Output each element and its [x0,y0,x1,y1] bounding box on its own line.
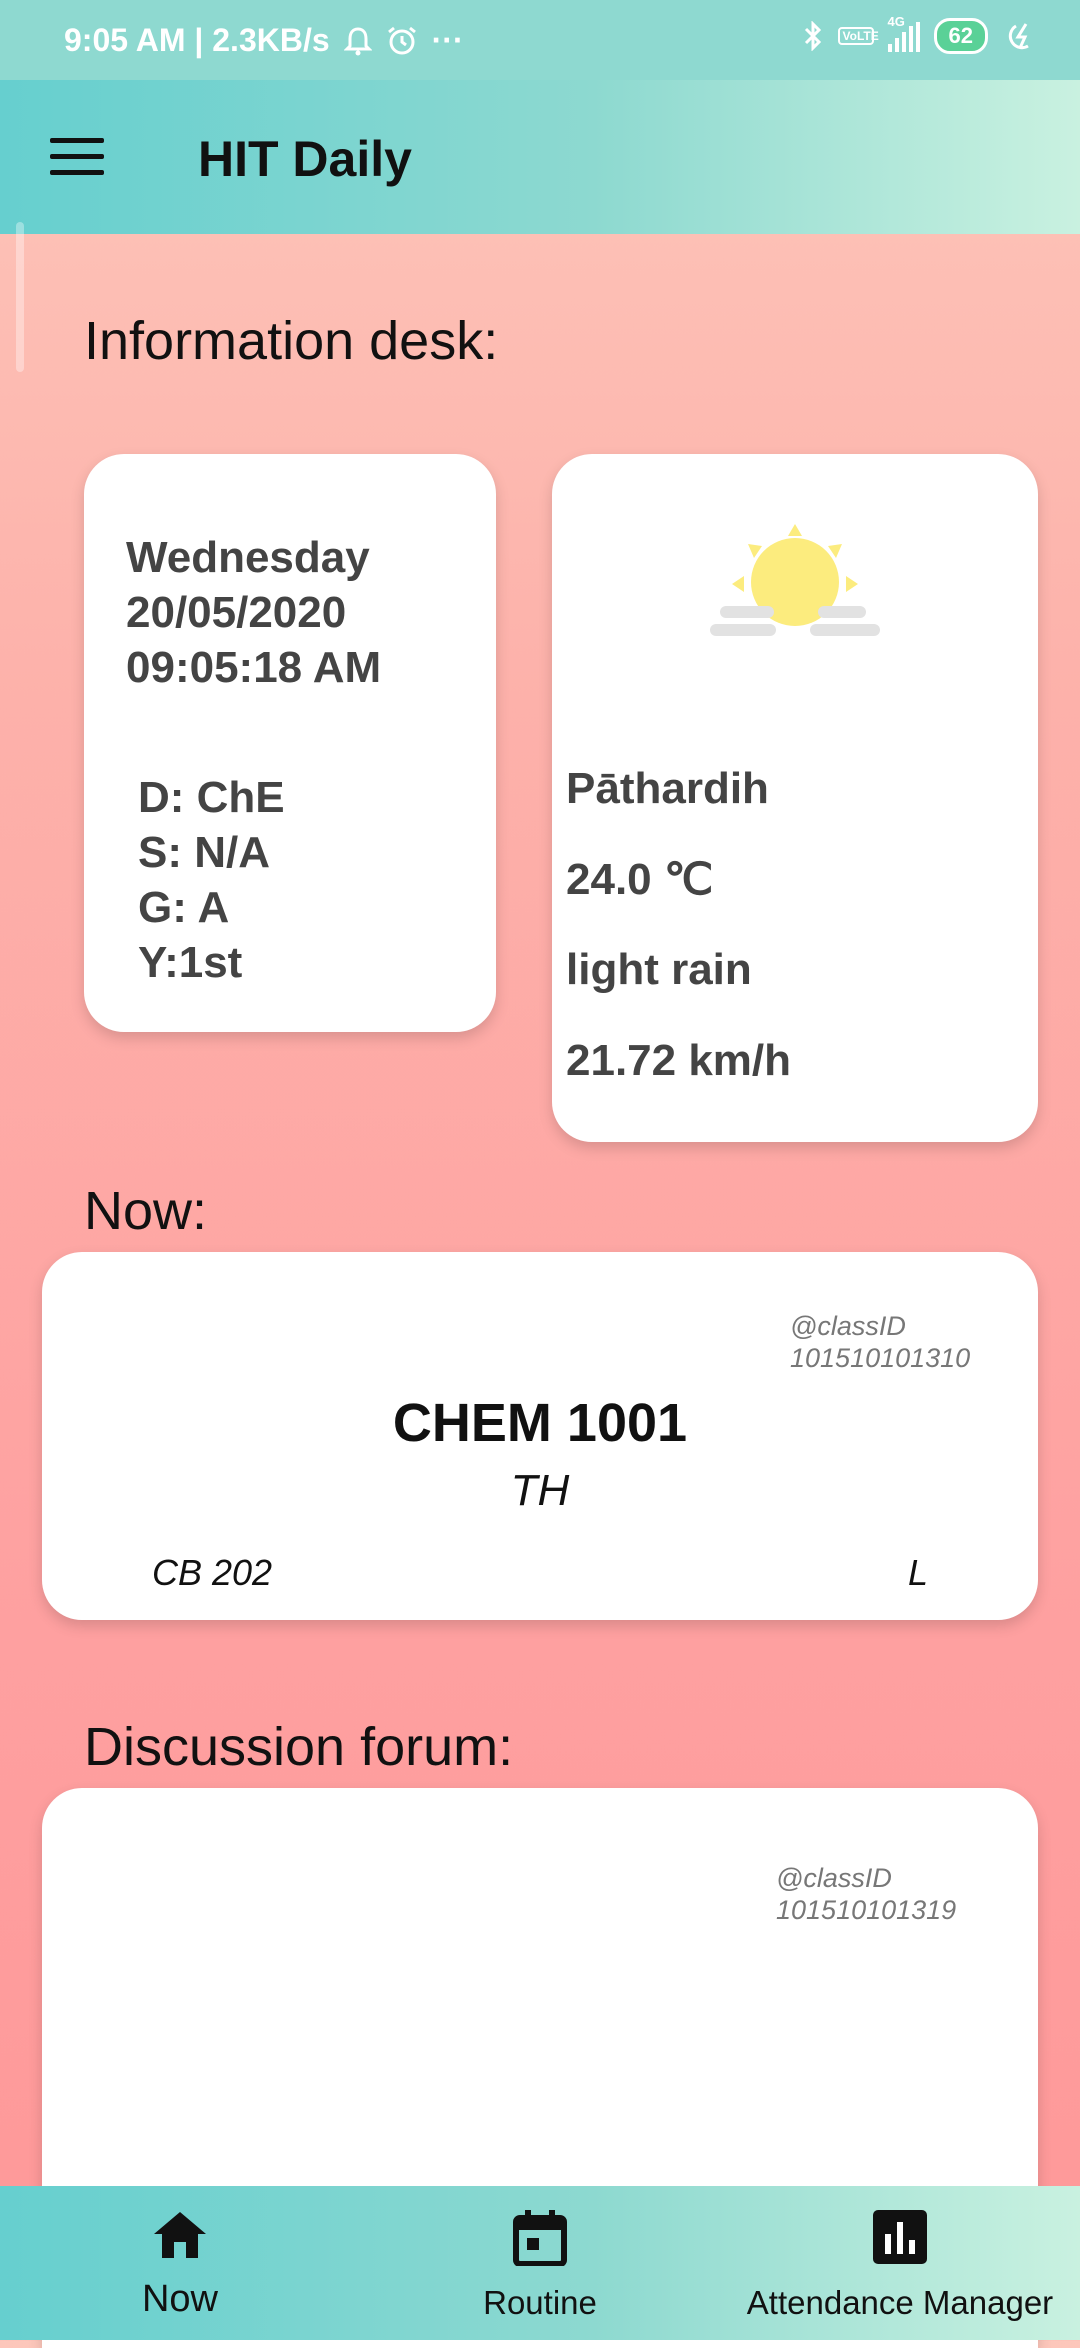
weather-temperature: 24.0 ℃ [566,855,714,904]
nav-label-routine: Routine [483,2284,597,2321]
info-date: 20/05/2020 [126,588,347,637]
info-card: Wednesday 20/05/2020 09:05:18 AM D: ChE … [84,454,496,1032]
menu-icon[interactable] [50,138,104,176]
now-heading: Now: [84,1181,208,1241]
nav-item-attendance[interactable]: Attendance Manager [740,2186,1060,2340]
nav-label-attendance: Attendance Manager [746,2284,1054,2321]
app-bar: HIT Daily [0,80,1080,234]
status-bar: 9:05 AM | 2.3KB/s ··· VoLTE 4G 62 [0,0,1080,80]
forum-class-id-label: @classID [776,1863,892,1893]
weather-card: Pāthardih 24.0 ℃ light rain 21.72 km/h [552,454,1038,1142]
status-right: VoLTE 4G 62 [802,14,1042,54]
info-department: D: ChE [138,773,285,822]
network-type-label: 4G [887,14,905,29]
forum-class-id: @classID 101510101319 [776,1862,956,1926]
info-time: 09:05:18 AM [126,643,382,692]
volte-label: VoLTE [842,29,879,43]
info-year: Y:1st [138,938,243,987]
nav-label-now: Now [141,2278,219,2320]
lecture-type-label: L [908,1552,929,1593]
info-date-block: Wednesday 20/05/2020 09:05:18 AM [126,530,381,695]
weather-wind: 21.72 km/h [566,1036,792,1085]
weather-condition: light rain [566,945,752,994]
class-id-label: @classID [790,1311,906,1341]
status-time: 9:05 AM | 2.3KB/s [64,22,330,58]
bluetooth-icon [804,21,821,51]
sun-icon [710,524,880,636]
status-left: 9:05 AM | 2.3KB/s ··· [64,22,464,59]
forum-heading: Discussion forum: [84,1717,514,1777]
bar-chart-icon [873,2210,927,2264]
app-title: HIT Daily [198,131,412,187]
info-section: S: N/A [138,828,270,877]
bottom-nav: Now Routine Attendance Manager [0,2186,1080,2340]
home-icon [154,2212,206,2258]
room-label: CB 202 [152,1552,273,1593]
now-class-card[interactable]: @classID 101510101310 CHEM 1001 TH CB 20… [42,1252,1038,1620]
signal-icon: 4G [887,14,920,52]
calendar-icon [513,2210,567,2266]
nav-item-routine[interactable]: Routine [400,2186,680,2340]
course-type: TH [510,1466,570,1515]
nav-item-now[interactable]: Now [40,2186,320,2340]
volte-icon: VoLTE [837,27,879,45]
weather-location: Pāthardih [566,764,769,813]
info-student-block: D: ChE S: N/A G: A Y:1st [138,770,285,990]
class-id-value: 101510101310 [790,1343,971,1373]
scroll-indicator[interactable] [16,222,24,372]
forum-class-id-value: 101510101319 [776,1895,957,1925]
info-desk-heading: Information desk: [84,311,499,371]
battery-indicator: 62 [933,18,988,54]
now-class-id: @classID 101510101310 [790,1310,970,1374]
alarm-clock-icon [387,26,416,54]
notification-bell-icon [343,26,372,55]
charging-icon [1008,23,1029,50]
course-name: CHEM 1001 [392,1393,688,1453]
more-status-icon: ··· [431,22,464,58]
info-group: G: A [138,883,230,932]
info-day: Wednesday [126,533,370,582]
